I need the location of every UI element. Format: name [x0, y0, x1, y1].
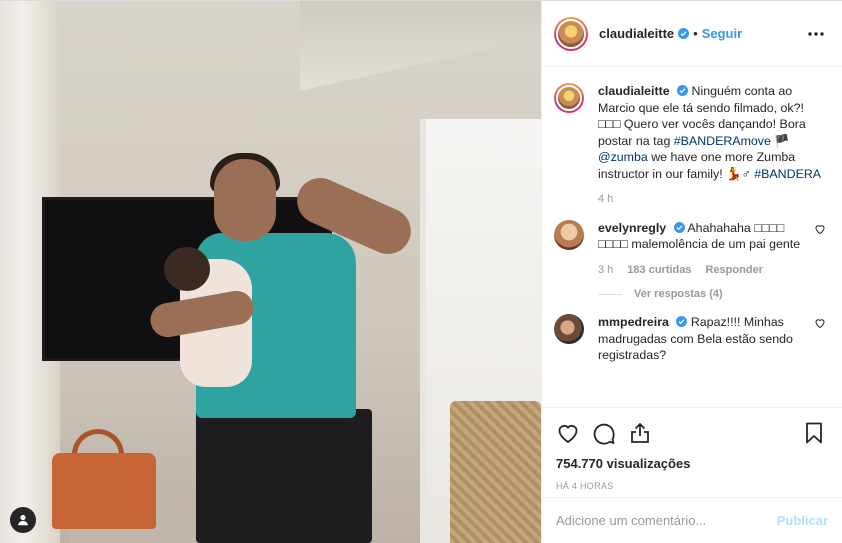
video-basket [450, 401, 541, 543]
author-username[interactable]: claudialeitte [599, 26, 674, 41]
video-bag [52, 453, 156, 529]
share-icon[interactable] [628, 421, 652, 445]
comment-likes[interactable]: 183 curtidas [627, 262, 691, 279]
more-options-glyph [808, 31, 824, 36]
verified-icon [677, 85, 689, 96]
reply-button[interactable]: Responder [706, 262, 763, 279]
caption-avatar[interactable] [554, 83, 584, 113]
comment-body: evelynregly Ahahahaha □□□□ □□□□ malemolê… [598, 220, 806, 279]
user-tag-icon[interactable] [10, 507, 36, 533]
caption-meta: 4 h [598, 191, 826, 208]
mention-link[interactable]: @zumba [598, 150, 648, 164]
caption-body: claudialeitte Ninguém conta ao Marcio qu… [598, 83, 826, 208]
comments-list[interactable]: claudialeitte Ninguém conta ao Marcio qu… [542, 67, 842, 407]
commenter-avatar[interactable] [554, 314, 584, 344]
comment-body: mmpedreira Rapaz!!!! Minhas madrugadas c… [598, 314, 806, 364]
post-video[interactable] [0, 1, 541, 543]
heart-icon[interactable] [814, 317, 826, 329]
hashtag-link[interactable]: #BANDERAmove [674, 134, 771, 148]
video-person-shorts [196, 409, 372, 543]
view-replies-label: Ver respostas (4) [634, 288, 723, 300]
post-actions: 754.770 visualizações HÁ 4 HORAS [542, 407, 842, 491]
caption-avatar-image [556, 85, 582, 111]
caption-username[interactable]: claudialeitte [598, 84, 670, 98]
separator: • [693, 26, 698, 41]
comment-username[interactable]: mmpedreira [598, 315, 669, 329]
caption-timestamp[interactable]: 4 h [598, 191, 613, 208]
comment-composer: Publicar [542, 497, 842, 543]
video-person-head [214, 159, 276, 241]
comment-username[interactable]: evelynregly [598, 221, 666, 235]
caption: claudialeitte Ninguém conta ao Marcio qu… [554, 83, 826, 208]
comment-item: evelynregly Ahahahaha □□□□ □□□□ malemolê… [554, 219, 826, 279]
view-count[interactable]: 754.770 visualizações [556, 456, 826, 471]
post-sidebar: claudialeitte • Seguir claudialeitte Nin… [541, 1, 842, 543]
caption-text-2: 🏴 [770, 133, 790, 148]
verified-icon [673, 221, 685, 233]
commenter-avatar[interactable] [554, 219, 584, 250]
view-replies-button[interactable]: Ver respostas (4) [598, 288, 826, 300]
post-header: claudialeitte • Seguir [542, 1, 842, 67]
post-timestamp[interactable]: HÁ 4 HORAS [556, 481, 826, 491]
bookmark-icon[interactable] [802, 421, 826, 445]
comment-icon[interactable] [592, 421, 616, 445]
user-tag-glyph [18, 514, 28, 526]
comment-input[interactable] [556, 513, 777, 528]
video-baby-head [164, 247, 210, 291]
follow-button[interactable]: Seguir [702, 26, 742, 41]
heart-icon[interactable] [814, 223, 826, 235]
author-avatar-image [556, 18, 586, 49]
replies-line [598, 293, 622, 295]
action-icons [556, 418, 826, 448]
instagram-post: claudialeitte • Seguir claudialeitte Nin… [0, 0, 842, 543]
comment-timestamp[interactable]: 3 h [598, 262, 613, 279]
more-options-icon[interactable] [806, 24, 826, 44]
comment-meta: 3 h 183 curtidas Responder [598, 262, 806, 279]
post-comment-button[interactable]: Publicar [777, 513, 828, 528]
hashtag-link[interactable]: #BANDERA [754, 167, 821, 181]
author-avatar[interactable] [554, 16, 588, 51]
verified-icon [678, 28, 690, 39]
heart-icon[interactable] [556, 421, 580, 445]
comment-item: mmpedreira Rapaz!!!! Minhas madrugadas c… [554, 314, 826, 364]
verified-icon [676, 316, 688, 327]
